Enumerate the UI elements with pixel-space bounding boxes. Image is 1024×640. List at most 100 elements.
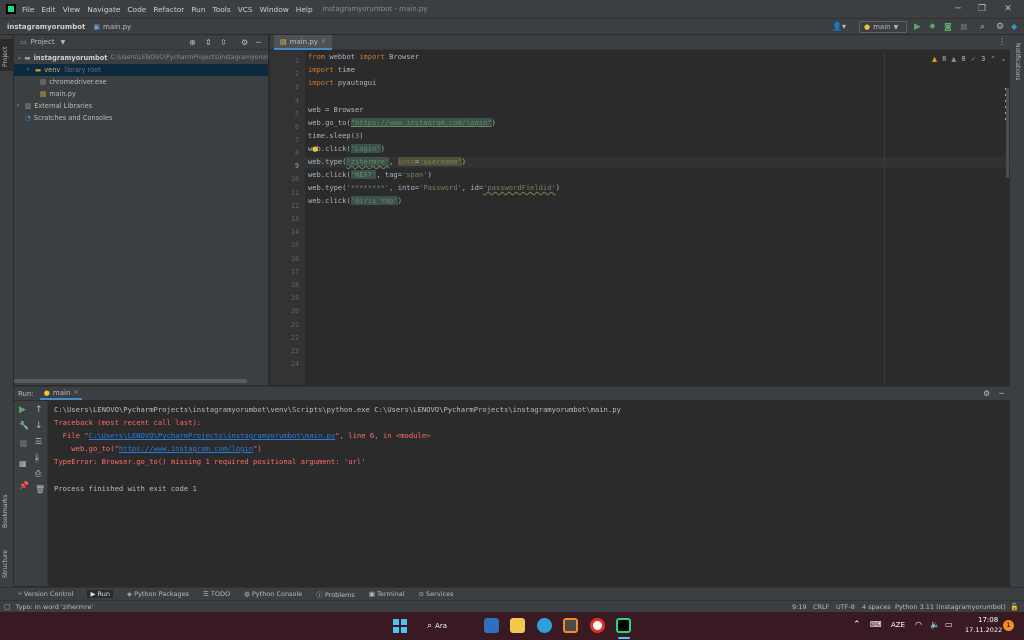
- file-encoding[interactable]: UTF-8: [836, 603, 855, 611]
- structure-tool-tab[interactable]: Structure: [0, 540, 13, 580]
- breadcrumb-file[interactable]: main.py: [103, 23, 131, 31]
- close-icon[interactable]: ✕: [994, 0, 1022, 18]
- tree-item-scratches[interactable]: ◔ Scratches and Consoles: [14, 112, 268, 124]
- chevron-up-icon[interactable]: ⌃: [853, 620, 861, 630]
- collapse-all-icon[interactable]: ⇳: [220, 38, 227, 47]
- volume-icon[interactable]: 🔈: [930, 620, 940, 629]
- project-tool-tab[interactable]: Project: [0, 39, 13, 71]
- wrench-icon[interactable]: 🔧: [19, 421, 29, 430]
- tree-item-chromedriver[interactable]: ▤ chromedriver.exe: [14, 76, 268, 88]
- taskbar-search[interactable]: ⌕ Ara: [427, 618, 472, 634]
- notifications-tool-tab[interactable]: Notifications: [1010, 41, 1024, 93]
- intention-bulb-icon[interactable]: ●: [312, 145, 318, 153]
- menu-file[interactable]: File: [22, 5, 34, 14]
- pycharm-taskbar-icon[interactable]: [616, 618, 631, 633]
- run-config-selector[interactable]: ● main ▼: [859, 21, 907, 33]
- menu-edit[interactable]: Edit: [41, 5, 55, 14]
- tree-item-main-py[interactable]: ▤ main.py: [14, 88, 268, 100]
- layout-icon[interactable]: ▦: [19, 459, 27, 468]
- editor-scrollbar[interactable]: [1006, 88, 1009, 178]
- hide-icon[interactable]: ─: [999, 389, 1004, 398]
- bookmarks-tool-tab[interactable]: Bookmarks: [0, 490, 13, 530]
- sublime-text-icon[interactable]: [563, 618, 578, 633]
- menu-code[interactable]: Code: [127, 5, 146, 14]
- gear-icon[interactable]: ⚙: [241, 38, 248, 47]
- menu-help[interactable]: Help: [296, 5, 313, 14]
- coverage-icon[interactable]: ◙: [944, 22, 952, 31]
- project-view-title[interactable]: Project: [31, 38, 55, 46]
- scroll-to-end-icon[interactable]: ⤓: [35, 453, 39, 463]
- chevron-up-icon[interactable]: ⌃: [990, 55, 996, 63]
- tool-tab-todo[interactable]: ☰ TODO: [203, 590, 230, 598]
- interpreter-selector[interactable]: Python 3.11 (instagramyorumbot): [895, 603, 1006, 611]
- tool-tab-services[interactable]: ⊙ Services: [419, 590, 454, 598]
- breadcrumb-project[interactable]: instagramyorumbot: [7, 23, 85, 31]
- telegram-icon[interactable]: [537, 618, 552, 633]
- clock-date[interactable]: 17.11.2022: [965, 626, 1002, 634]
- rerun-icon[interactable]: ▶: [19, 405, 26, 415]
- status-panel-icon[interactable]: ▢: [4, 603, 11, 611]
- jetbrains-icon[interactable]: ◆: [1011, 22, 1017, 31]
- input-language[interactable]: AZE: [891, 621, 905, 629]
- menu-window[interactable]: Window: [260, 5, 289, 14]
- tree-item-external-libraries[interactable]: › ▥ External Libraries: [14, 100, 268, 112]
- tool-tab-run[interactable]: ▶ Run: [87, 590, 113, 598]
- clock-time[interactable]: 17:08: [978, 616, 998, 624]
- editor-tab-main-py[interactable]: ▤ main.py ✕: [274, 35, 332, 50]
- notification-badge[interactable]: 1: [1003, 620, 1014, 631]
- debug-icon[interactable]: ✹: [929, 22, 936, 31]
- expand-all-icon[interactable]: ⇕: [205, 38, 212, 47]
- tool-tab-python-console[interactable]: ◍ Python Console: [244, 590, 302, 598]
- print-icon[interactable]: ⎙: [35, 469, 41, 479]
- soft-wrap-icon[interactable]: ☰: [35, 437, 42, 446]
- maximize-icon[interactable]: ❐: [968, 0, 996, 18]
- wifi-icon[interactable]: ◠: [915, 620, 922, 629]
- scroll-down-icon[interactable]: ↓: [35, 421, 43, 431]
- pin-icon[interactable]: 📌: [19, 481, 29, 490]
- yandex-browser-icon[interactable]: [590, 618, 605, 633]
- menu-run[interactable]: Run: [191, 5, 205, 14]
- menu-navigate[interactable]: Navigate: [87, 5, 120, 14]
- indent-setting[interactable]: 4 spaces: [862, 603, 891, 611]
- run-tab-main[interactable]: ● main ✕: [39, 387, 83, 400]
- structure-tool-label: Structure: [2, 550, 9, 578]
- chevron-down-icon[interactable]: ⌄: [1001, 55, 1007, 63]
- tool-tab-version-control[interactable]: ⑂ Version Control: [18, 590, 73, 598]
- caret-position[interactable]: 9:19: [792, 603, 807, 611]
- hide-icon[interactable]: ─: [256, 38, 261, 47]
- task-view-icon[interactable]: [484, 618, 499, 633]
- keyboard-icon[interactable]: ⌨: [870, 620, 882, 629]
- lock-icon[interactable]: 🔓: [1010, 603, 1019, 611]
- tab-options-icon[interactable]: ⋮: [998, 37, 1006, 46]
- close-tab-icon[interactable]: ✕: [321, 38, 326, 45]
- stop-icon[interactable]: ■: [19, 439, 28, 449]
- tree-item-project-root[interactable]: ⌄ ▬ instagramyorumbot C:\Users\LENOVO\Py…: [14, 52, 268, 64]
- menu-vcs[interactable]: VCS: [238, 5, 253, 14]
- line-separator[interactable]: CRLF: [813, 603, 829, 611]
- tool-tab-python-packages[interactable]: ◈ Python Packages: [127, 590, 189, 598]
- run-icon[interactable]: ▶: [914, 22, 921, 32]
- tool-tab-problems[interactable]: ⓘ Problems: [316, 589, 355, 599]
- inspection-widget[interactable]: ▲ 8 ▲ 8 ✓ 3 ⌃ ⌄: [932, 55, 1006, 63]
- file-explorer-icon[interactable]: [510, 618, 525, 633]
- gear-icon[interactable]: ⚙: [983, 389, 990, 398]
- file-link[interactable]: C:\Users\LENOVO\PycharmProjects\instagra…: [89, 431, 336, 440]
- tree-item-venv[interactable]: › ▬ venv library root: [14, 64, 268, 76]
- profile-icon[interactable]: ■: [960, 22, 968, 31]
- gear-icon[interactable]: ⚙: [996, 22, 1004, 32]
- scroll-up-icon[interactable]: ↑: [35, 405, 43, 415]
- battery-icon[interactable]: ▭: [945, 620, 953, 629]
- horizontal-scrollbar[interactable]: [14, 379, 247, 383]
- menu-refactor[interactable]: Refactor: [153, 5, 184, 14]
- search-icon[interactable]: ⌕: [980, 22, 985, 32]
- locate-icon[interactable]: ⊕: [189, 38, 196, 47]
- close-tab-icon[interactable]: ✕: [73, 389, 78, 396]
- windows-start-icon[interactable]: [393, 619, 407, 633]
- chevron-down-icon[interactable]: ▼: [61, 39, 66, 46]
- menu-tools[interactable]: Tools: [213, 5, 231, 14]
- tool-tab-terminal[interactable]: ▣ Terminal: [369, 590, 405, 598]
- user-icon[interactable]: 👤▾: [832, 22, 846, 31]
- menu-view[interactable]: View: [63, 5, 81, 14]
- trash-icon[interactable]: 🗑: [35, 485, 45, 494]
- url-link[interactable]: https://www.instagram.com/login: [119, 444, 253, 453]
